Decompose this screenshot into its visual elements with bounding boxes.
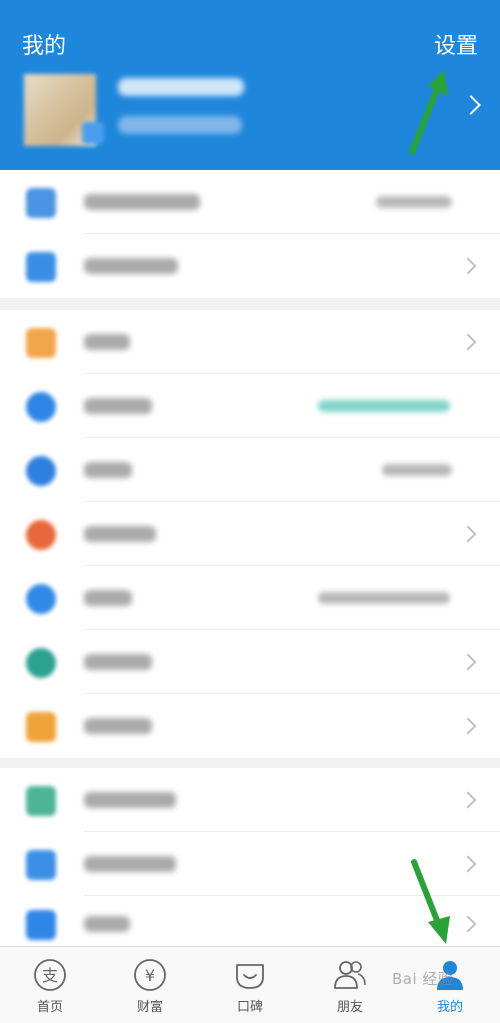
redacted-label bbox=[84, 194, 200, 210]
redacted-label bbox=[84, 334, 130, 350]
redacted-icon bbox=[26, 392, 56, 422]
tab-wealth[interactable]: ¥ 财富 bbox=[100, 947, 200, 1023]
svg-text:¥: ¥ bbox=[145, 966, 155, 985]
list-item[interactable] bbox=[0, 374, 500, 438]
page-title: 我的 bbox=[22, 34, 67, 59]
home-alipay-icon: 支 bbox=[34, 959, 66, 991]
chevron-right-icon bbox=[461, 95, 481, 115]
settings-button[interactable]: 设置 bbox=[434, 28, 478, 60]
chevron-right-icon bbox=[459, 257, 477, 275]
list-item[interactable] bbox=[0, 502, 500, 566]
tab-home[interactable]: 支 首页 bbox=[0, 947, 100, 1023]
tab-label: 口碑 bbox=[236, 1000, 263, 1015]
list-item[interactable] bbox=[0, 170, 500, 234]
chevron-right-icon bbox=[459, 855, 477, 873]
redacted-label bbox=[84, 718, 152, 734]
redacted-icon bbox=[26, 850, 56, 880]
tab-friends[interactable]: 朋友 bbox=[300, 947, 400, 1023]
redacted-icon bbox=[26, 456, 56, 486]
avatar-badge bbox=[82, 122, 104, 144]
account-redacted bbox=[118, 116, 242, 134]
tab-koubei[interactable]: 口碑 bbox=[200, 947, 300, 1023]
annotation-arrow-icon bbox=[409, 70, 448, 155]
tab-label: 我的 bbox=[436, 1000, 463, 1015]
redacted-value bbox=[376, 196, 452, 208]
tab-label: 财富 bbox=[136, 1000, 163, 1015]
redacted-icon bbox=[26, 786, 56, 816]
list-item[interactable] bbox=[0, 234, 500, 298]
chevron-right-icon bbox=[459, 333, 477, 351]
friends-icon bbox=[334, 961, 366, 989]
chevron-right-icon bbox=[459, 653, 477, 671]
list-item[interactable] bbox=[0, 566, 500, 630]
section-gap bbox=[0, 298, 500, 310]
watermark: Bai 经验 bbox=[392, 970, 454, 988]
redacted-label bbox=[84, 258, 178, 274]
redacted-value bbox=[318, 592, 450, 604]
redacted-label bbox=[84, 916, 130, 932]
list-item[interactable] bbox=[0, 694, 500, 758]
username-redacted bbox=[118, 78, 244, 96]
tab-label: 首页 bbox=[36, 1000, 63, 1015]
list-item[interactable] bbox=[0, 438, 500, 502]
redacted-value bbox=[382, 464, 452, 476]
redacted-icon bbox=[26, 252, 56, 282]
list-item[interactable] bbox=[0, 630, 500, 694]
redacted-label bbox=[84, 792, 176, 808]
redacted-label bbox=[84, 462, 132, 478]
redacted-icon bbox=[26, 584, 56, 614]
section-gap bbox=[0, 758, 500, 768]
chevron-right-icon bbox=[459, 915, 477, 933]
chevron-right-icon bbox=[459, 791, 477, 809]
redacted-icon bbox=[26, 712, 56, 742]
redacted-label bbox=[84, 856, 176, 872]
svg-text:支: 支 bbox=[42, 966, 58, 985]
annotation-arrow-icon bbox=[411, 859, 450, 944]
chevron-right-icon bbox=[459, 525, 477, 543]
list-item[interactable] bbox=[0, 768, 500, 832]
tab-label: 朋友 bbox=[336, 1000, 363, 1015]
redacted-label bbox=[84, 398, 152, 414]
redacted-label bbox=[84, 526, 156, 542]
list-item[interactable] bbox=[0, 310, 500, 374]
redacted-icon bbox=[26, 910, 56, 940]
wealth-yen-icon: ¥ bbox=[134, 959, 166, 991]
redacted-icon bbox=[26, 648, 56, 678]
koubei-icon bbox=[236, 964, 264, 989]
redacted-icon bbox=[26, 520, 56, 550]
redacted-label bbox=[84, 654, 152, 670]
redacted-icon bbox=[26, 188, 56, 218]
redacted-icon bbox=[26, 328, 56, 358]
redacted-value bbox=[318, 400, 450, 412]
redacted-label bbox=[84, 590, 132, 606]
chevron-right-icon bbox=[459, 717, 477, 735]
